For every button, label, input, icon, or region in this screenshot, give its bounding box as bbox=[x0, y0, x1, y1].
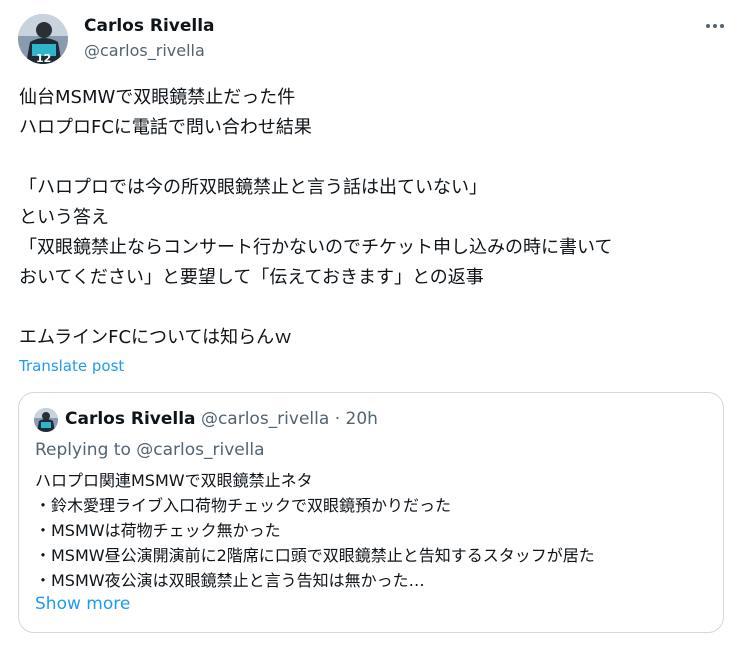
quoted-text-line: ハロプロ関連MSMWで双眼鏡禁止ネタ bbox=[35, 471, 313, 490]
svg-text:12: 12 bbox=[36, 52, 51, 64]
quoted-text-line: ・MSMWは荷物チェック無かった bbox=[35, 521, 281, 540]
tweet-text: 仙台MSMWで双眼鏡禁止だった件 ハロプロFCに電話で問い合わせ結果 「ハロプロ… bbox=[19, 87, 613, 348]
header-separator: · bbox=[334, 409, 341, 429]
quoted-text-line: ・鈴木愛理ライブ入口荷物チェックで双眼鏡預かりだった bbox=[35, 496, 452, 515]
quoted-text: ハロプロ関連MSMWで双眼鏡禁止ネタ ・鈴木愛理ライブ入口荷物チェックで双眼鏡預… bbox=[35, 468, 715, 593]
quoted-author-name: Carlos Rivella bbox=[65, 409, 196, 429]
quoted-timestamp: 20h bbox=[345, 409, 378, 429]
author-handle[interactable]: @carlos_rivella bbox=[84, 41, 205, 60]
translate-post-link[interactable]: Translate post bbox=[19, 357, 124, 375]
quoted-text-line: ・MSMW夜公演は双眼鏡禁止と言う告知は無かった… bbox=[35, 571, 425, 590]
replying-to-label: Replying to @carlos_rivella bbox=[35, 440, 265, 460]
author-avatar[interactable]: 12 bbox=[18, 14, 68, 64]
quoted-header: Carlos Rivella @carlos_rivella · 20h bbox=[65, 409, 378, 429]
more-horizontal-icon bbox=[706, 24, 724, 28]
quoted-text-line: ・MSMW昼公演開演前に2階席に口頭で双眼鏡禁止と告知するスタッフが居た bbox=[35, 546, 595, 565]
quoted-tweet[interactable]: Carlos Rivella @carlos_rivella · 20h Rep… bbox=[18, 392, 724, 633]
more-options-button[interactable] bbox=[700, 14, 730, 38]
author-name[interactable]: Carlos Rivella bbox=[84, 16, 215, 36]
quoted-author-handle: @carlos_rivella bbox=[200, 409, 330, 429]
show-more-link[interactable]: Show more bbox=[35, 594, 130, 614]
quoted-author-avatar bbox=[34, 408, 58, 432]
